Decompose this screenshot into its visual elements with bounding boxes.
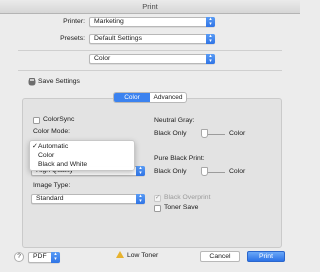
neutral-gray-label: Neutral Gray: — [154, 117, 195, 124]
presets-label: Presets: — [60, 35, 85, 42]
colorsync-checkbox[interactable] — [33, 117, 40, 124]
black-overprint-label: Black Overprint — [164, 194, 211, 201]
menu-item-label: Color — [38, 152, 55, 159]
popup-arrows-icon: ▴ ▾ — [206, 17, 215, 27]
menu-item-label: Black and White — [38, 161, 88, 168]
pdf-label: PDF — [33, 253, 47, 260]
checkmark-icon: ✓ — [32, 143, 38, 150]
print-button[interactable]: Print — [247, 251, 285, 262]
color-mode-menu: ✓ Automatic Color Black and White — [29, 140, 135, 171]
popup-arrows-icon: ▴ ▾ — [206, 54, 215, 64]
cancel-button[interactable]: Cancel — [200, 251, 240, 262]
save-settings-icon — [29, 78, 35, 85]
low-toner-label: Low Toner — [127, 252, 159, 259]
colorsync-label: ColorSync — [43, 116, 75, 123]
section-value: Color — [94, 55, 111, 62]
pure-black-right-label: Color — [229, 168, 246, 175]
color-mode-label: Color Mode: — [33, 128, 71, 135]
pure-black-left-label: Black Only — [154, 168, 187, 175]
neutral-gray-left-label: Black Only — [154, 130, 187, 137]
menu-item-automatic[interactable]: ✓ Automatic — [32, 142, 69, 151]
menu-item-black-and-white[interactable]: Black and White — [38, 160, 87, 169]
warning-icon — [116, 251, 124, 258]
pure-black-slider-knob[interactable] — [201, 167, 208, 176]
toner-save-checkbox[interactable] — [154, 205, 161, 212]
printer-popup[interactable]: Marketing ▴ ▾ — [89, 17, 215, 27]
black-overprint-checkmark-icon: ✓ — [155, 194, 161, 201]
popup-arrows-icon: ▴ ▾ — [206, 34, 215, 44]
tab-advanced[interactable]: Advanced — [150, 93, 186, 102]
image-type-label: Image Type: — [33, 182, 71, 189]
save-settings-label[interactable]: Save Settings — [38, 78, 80, 85]
window-title: Print — [142, 2, 158, 11]
image-type-value: Standard — [36, 195, 64, 202]
toner-save-label: Toner Save — [164, 204, 199, 211]
neutral-gray-slider-knob[interactable] — [201, 129, 208, 138]
presets-value: Default Settings — [94, 35, 142, 42]
help-button[interactable]: ? — [14, 252, 24, 262]
menu-item-color[interactable]: Color — [38, 151, 54, 160]
title-bar: Print — [0, 0, 300, 14]
header-separator — [18, 50, 282, 51]
popup-arrows-icon: ▴ ▾ — [136, 194, 145, 204]
tab-color[interactable]: Color — [114, 93, 150, 102]
section-popup[interactable]: Color ▴ ▾ — [89, 54, 215, 64]
popup-arrows-icon: ▴ ▾ — [136, 166, 145, 176]
section-separator — [18, 70, 282, 71]
neutral-gray-right-label: Color — [229, 130, 246, 137]
printer-label: Printer: — [63, 18, 85, 25]
printer-value: Marketing — [94, 18, 124, 25]
popup-arrows-icon: ▴ ▾ — [51, 252, 60, 263]
image-type-popup[interactable]: Standard ▴ ▾ — [31, 194, 145, 204]
pdf-popup[interactable]: PDF ▴ ▾ — [28, 252, 60, 263]
presets-popup[interactable]: Default Settings ▴ ▾ — [89, 34, 215, 44]
menu-item-label: Automatic — [38, 143, 69, 150]
tab-bar: Color Advanced — [113, 92, 187, 103]
pure-black-label: Pure Black Print: — [154, 155, 205, 162]
